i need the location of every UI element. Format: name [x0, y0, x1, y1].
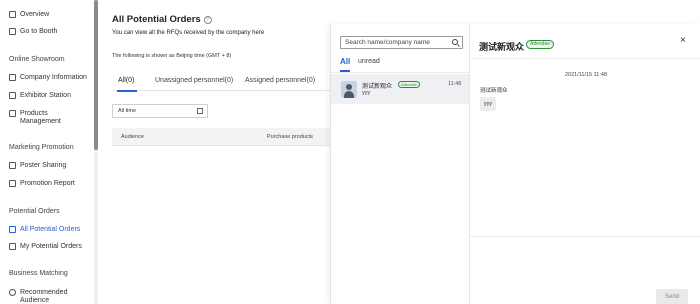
chat-search-placeholder: Search name/company name [345, 39, 430, 46]
sidebar-item-exhibitor-station[interactable]: Exhibitor Station [9, 92, 71, 100]
time-filter-value: All time [118, 108, 137, 114]
search-icon[interactable] [452, 39, 458, 45]
timezone-note: The following is shown as Beijing time (… [112, 53, 232, 59]
orders-icon [9, 226, 16, 233]
page-description: You can view all the RFQs received by th… [112, 30, 265, 36]
divider [470, 58, 700, 59]
chat-tab-unread[interactable]: unread [358, 58, 380, 65]
tab-all[interactable]: All(0) [118, 77, 134, 84]
sidebar-item-label: Poster Sharing [20, 162, 67, 169]
sidebar-item-my-potential-orders[interactable]: My Potential Orders [9, 243, 82, 251]
sidebar-item-label: Products Management [20, 110, 61, 125]
page-title-text: All Potential Orders [112, 14, 201, 25]
sidebar-section-potential-orders: Potential Orders [9, 208, 60, 215]
sidebar-item-products-management[interactable]: Products Management [9, 110, 68, 126]
overview-icon [9, 11, 16, 18]
message-bubble: yyy [480, 97, 496, 111]
station-icon [9, 92, 16, 99]
tab-assigned[interactable]: Assigned personnel(0) [245, 77, 315, 84]
sidebar-item-promotion-report[interactable]: Promotion Report [9, 180, 75, 188]
chat-header-name: 测试新观众 [479, 42, 525, 52]
order-tabs: All(0) Unassigned personnel(0) Assigned … [112, 77, 330, 92]
conversation-item[interactable]: 测试新观众 Attendee 11:48 yyy [331, 74, 469, 104]
divider [331, 72, 469, 73]
tab-unassigned[interactable]: Unassigned personnel(0) [155, 77, 233, 84]
avatar [341, 81, 357, 98]
sidebar-item-label: All Potential Orders [20, 226, 81, 233]
company-icon [9, 74, 16, 81]
conversation-preview: yyy [362, 90, 371, 96]
sidebar-item-all-potential-orders[interactable]: All Potential Orders [9, 226, 80, 234]
conversation-time: 11:48 [448, 81, 462, 87]
conversation-name: 测试新观众 [362, 84, 393, 90]
message-sender: 测试新观众 [480, 88, 508, 94]
divider [469, 24, 470, 304]
sidebar-section-marketing-promotion: Marketing Promotion [9, 144, 74, 151]
sidebar-item-poster-sharing[interactable]: Poster Sharing [9, 162, 66, 170]
sidebar-item-company-information[interactable]: Company Information [9, 74, 87, 82]
sidebar-item-label: My Potential Orders [20, 243, 82, 250]
sidebar-section-online-showroom: Online Showroom [9, 56, 65, 63]
chat-panel: Search name/company name All unread 测试新观… [330, 24, 700, 304]
column-header-audience: Audience [121, 134, 144, 140]
send-button[interactable]: Send [656, 289, 688, 304]
sidebar-item-label: Exhibitor Station [20, 92, 71, 99]
chat-search-input[interactable]: Search name/company name [340, 36, 463, 49]
sidebar-section-business-matching: Business Matching [9, 270, 68, 277]
page-title: All Potential Orders ? [112, 14, 212, 25]
info-icon[interactable]: ? [203, 15, 212, 24]
report-icon [9, 180, 16, 187]
message-timestamp: 2021/11/15 11:48 [565, 72, 608, 78]
sidebar: Overview Go to Booth Online Showroom Com… [0, 0, 98, 304]
sidebar-item-label: Promotion Report [20, 180, 75, 187]
sidebar-item-label: Recommended Audience [20, 289, 68, 304]
booth-icon [9, 28, 16, 35]
sidebar-item-label: Overview [20, 11, 50, 18]
time-filter-select[interactable]: All time [112, 104, 208, 118]
attendee-badge: Attendee [526, 40, 555, 49]
my-orders-icon [9, 243, 16, 250]
sidebar-item-go-to-booth[interactable]: Go to Booth [9, 28, 57, 36]
compose-divider [470, 236, 700, 237]
sidebar-item-overview[interactable]: Overview [9, 11, 49, 19]
calendar-icon [197, 108, 203, 114]
products-icon [9, 110, 16, 117]
sidebar-item-label: Go to Booth [20, 28, 58, 35]
column-header-purchase-products: Purchase products [267, 134, 313, 140]
close-icon[interactable]: × [680, 35, 686, 46]
poster-icon [9, 162, 16, 169]
chat-tab-all[interactable]: All [340, 57, 350, 66]
audience-icon [9, 289, 16, 296]
orders-table-header: Audience Purchase products [112, 128, 330, 146]
sidebar-item-recommended-audience[interactable]: Recommended Audience [9, 289, 72, 304]
active-tab-indicator [117, 90, 137, 92]
main-content: All Potential Orders ? You can view all … [98, 0, 330, 304]
attendee-badge: Attendee [398, 81, 421, 88]
sidebar-item-label: Company Information [20, 74, 87, 81]
